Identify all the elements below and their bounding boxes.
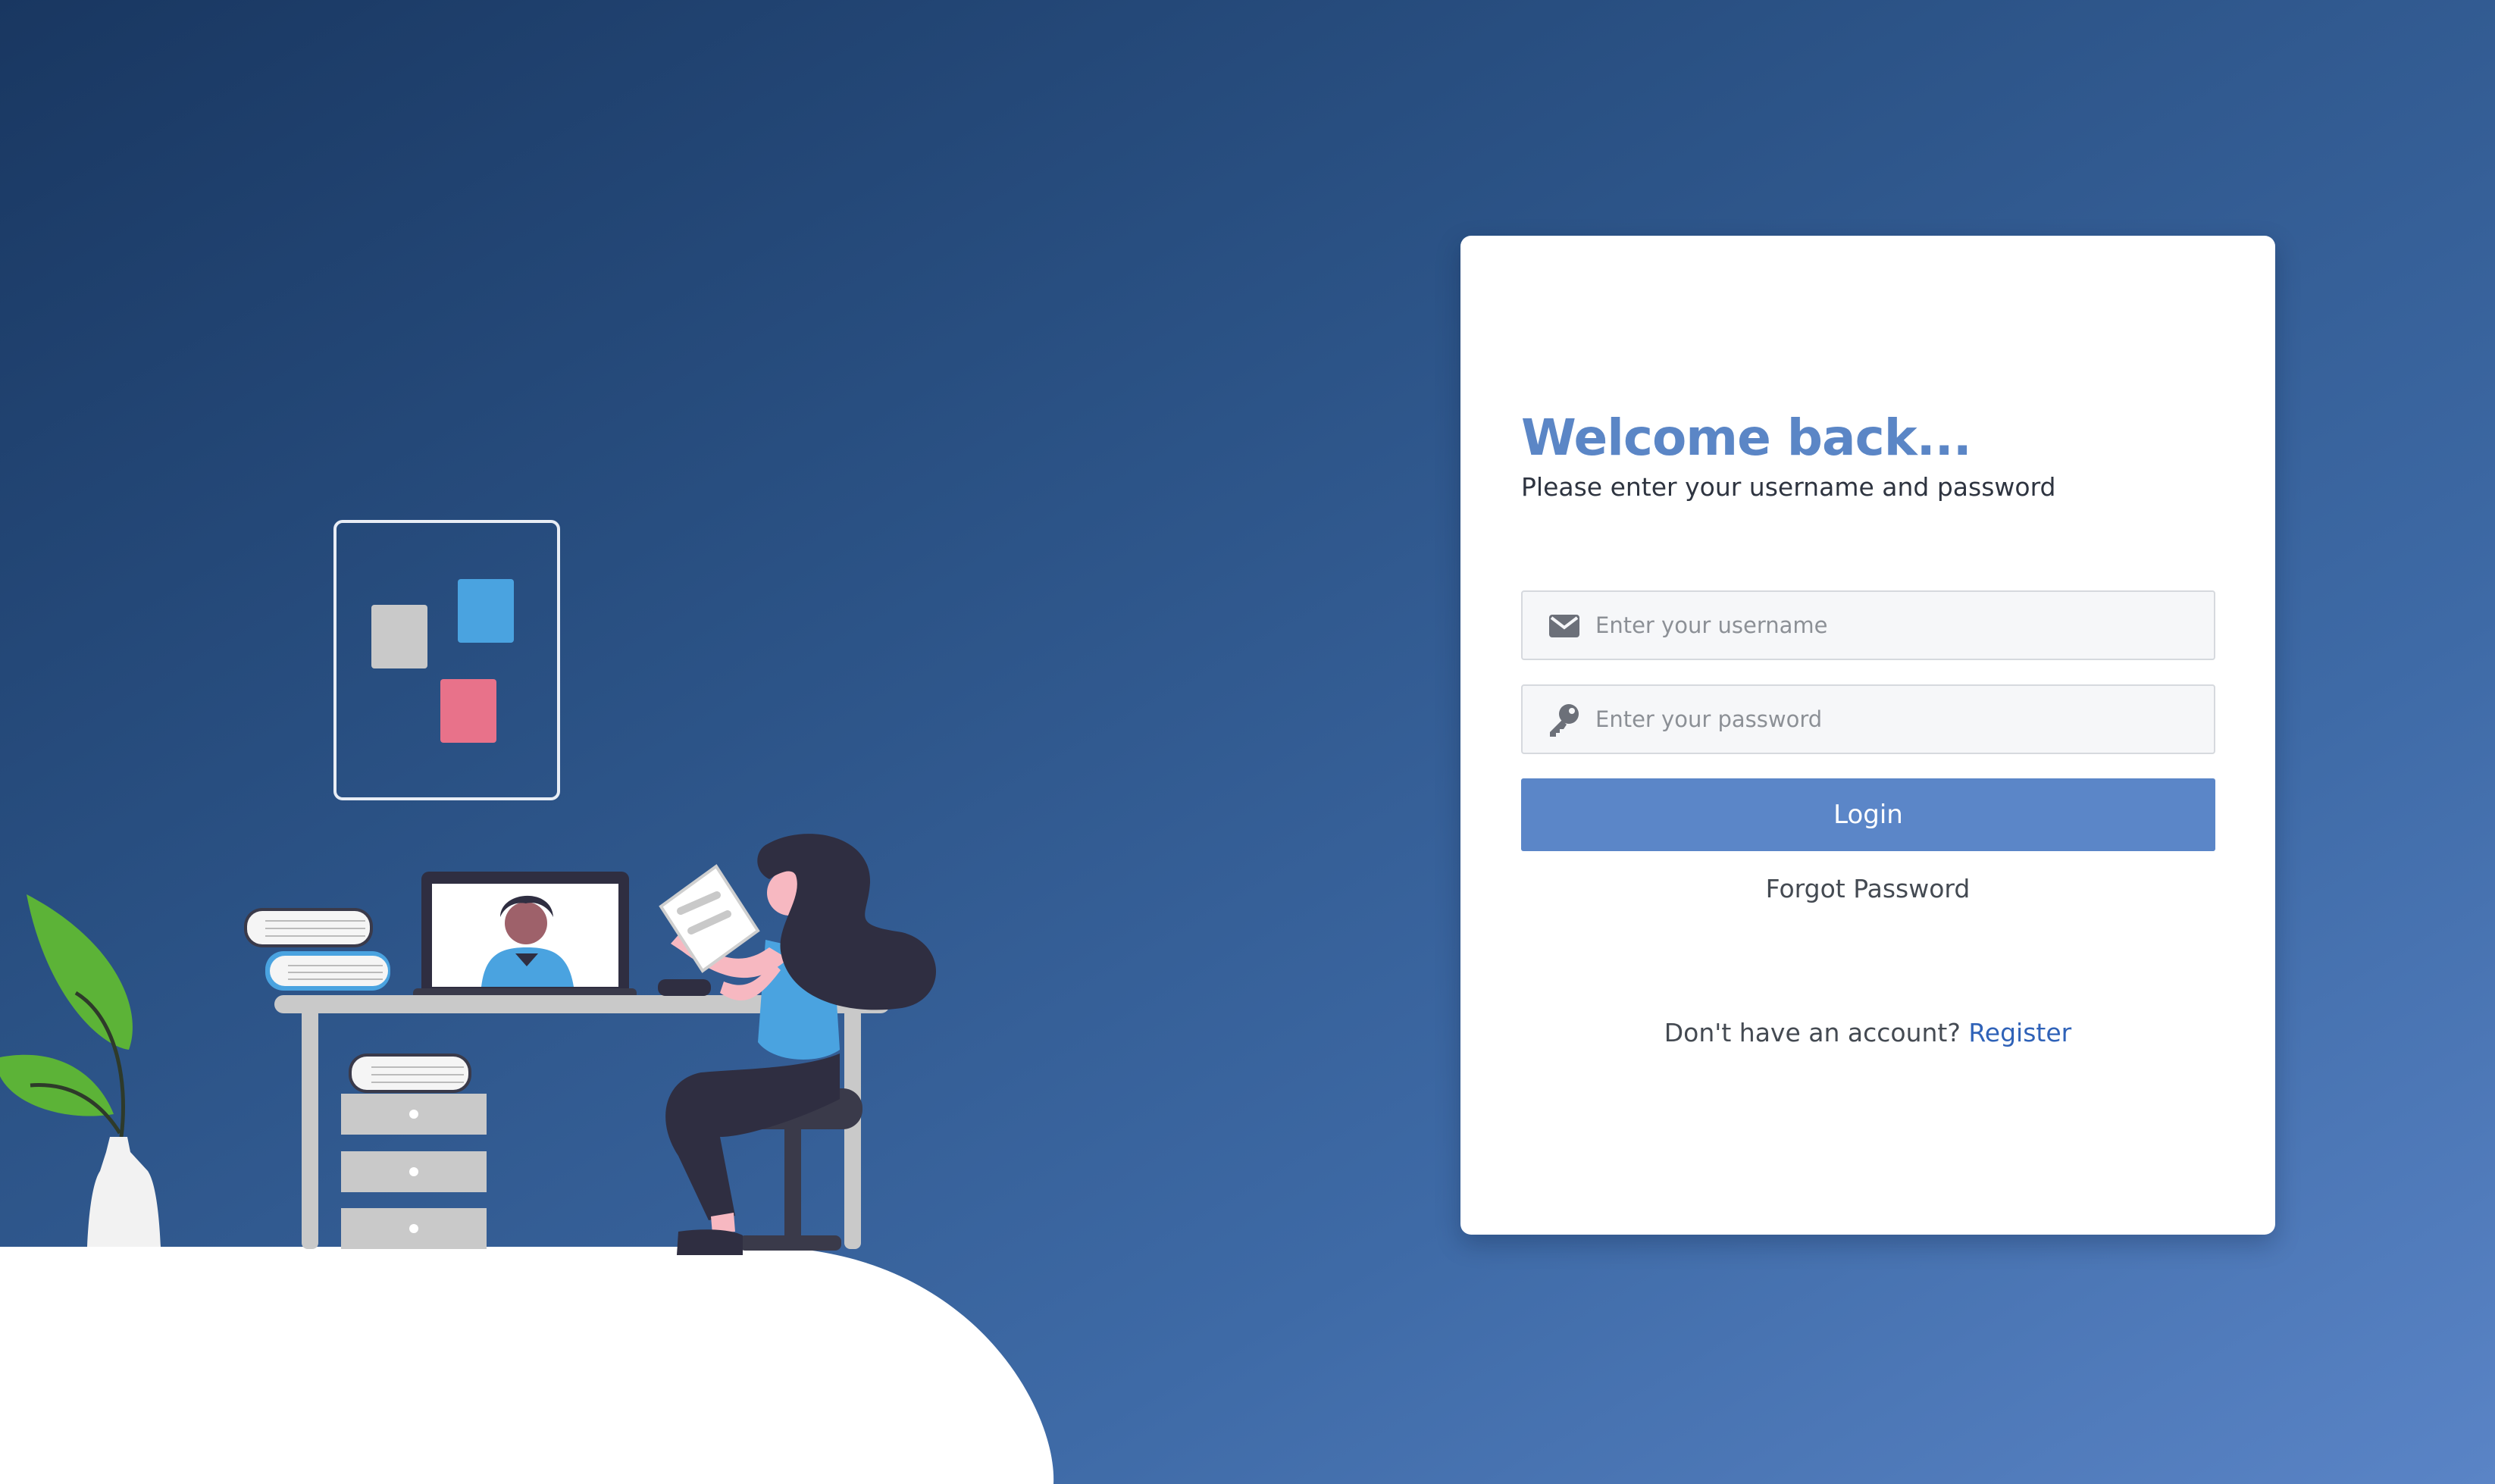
register-link[interactable]: Register: [1968, 1018, 2071, 1047]
welcome-title: Welcome back...: [1521, 409, 1972, 467]
laptop-video-call: [413, 872, 637, 999]
drawer-unit: [341, 1054, 487, 1249]
login-card: Welcome back... Please enter your userna…: [1460, 236, 2275, 1235]
book-stack-desk: [244, 908, 390, 991]
password-input[interactable]: [1595, 686, 2202, 753]
username-field[interactable]: [1521, 590, 2215, 660]
no-account-text: Don't have an account?: [1664, 1018, 1961, 1047]
white-hill-shape: [0, 1247, 1054, 1484]
office-illustration: [0, 520, 1054, 1484]
forgot-password-link[interactable]: Forgot Password: [1460, 874, 2275, 903]
login-button[interactable]: Login: [1521, 778, 2215, 851]
envelope-icon: [1549, 615, 1579, 637]
wall-frame-picture: [333, 520, 560, 800]
password-field[interactable]: [1521, 684, 2215, 754]
username-input[interactable]: [1595, 592, 2202, 659]
register-row: Don't have an account? Register: [1460, 1018, 2275, 1047]
potted-plant: [0, 894, 161, 1247]
login-subtitle: Please enter your username and password: [1521, 472, 2056, 502]
key-icon: [1550, 704, 1579, 737]
